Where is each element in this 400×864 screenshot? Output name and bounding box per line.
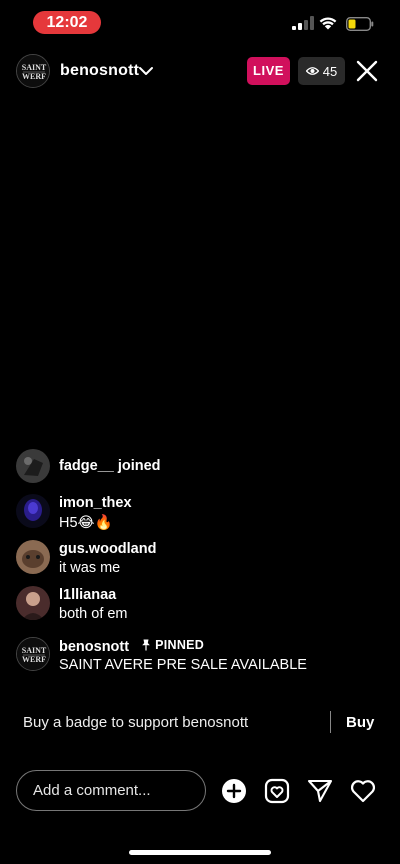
question-box-icon[interactable] (264, 778, 290, 804)
comment-username[interactable]: gus.woodland (59, 541, 156, 557)
add-circle-icon[interactable] (221, 778, 247, 804)
pin-icon (142, 639, 150, 651)
pinned-comment: SAINT WERF benosnott PINNED SAINT AVERE … (16, 637, 386, 677)
svg-text:WERF: WERF (22, 655, 46, 664)
avatar[interactable] (16, 540, 50, 574)
comment-text: both of em (59, 606, 128, 622)
saint-werf-logo: SAINT WERF (17, 638, 49, 670)
comment-joined: fadge__ joined (16, 449, 386, 483)
home-indicator[interactable] (129, 850, 271, 855)
pinned-tag: PINNED (141, 638, 204, 652)
svg-text:SAINT: SAINT (22, 646, 47, 655)
avatar[interactable]: SAINT WERF (16, 637, 50, 671)
badge-prompt-text: Buy a badge to support benosnott (23, 714, 249, 731)
svg-text:WERF: WERF (22, 72, 46, 81)
chevron-down-icon[interactable] (138, 65, 154, 77)
status-bar: 12:02 (0, 0, 400, 46)
avatar[interactable] (16, 494, 50, 528)
avatar-image (16, 586, 50, 620)
comment-item: imon_thex H5😂🔥 (16, 494, 386, 534)
joined-line: fadge__ joined (59, 458, 161, 474)
comment-username[interactable]: benosnott (59, 639, 129, 655)
joined-label: joined (117, 458, 161, 474)
viewer-count: 45 (322, 63, 338, 79)
avatar-image (16, 540, 50, 574)
avatar-image (16, 494, 50, 528)
pinned-label: PINNED (155, 638, 205, 652)
heart-icon[interactable] (350, 778, 376, 804)
comment-item: l1llianaa both of em (16, 586, 386, 626)
comment-text: SAINT AVERE PRE SALE AVAILABLE (59, 657, 307, 673)
host-avatar[interactable]: SAINT WERF (16, 54, 50, 88)
buy-badge-button[interactable]: Buy (346, 714, 374, 731)
comment-text: H5😂🔥 (59, 515, 113, 531)
comment-username[interactable]: fadge__ (59, 458, 114, 474)
divider (330, 711, 331, 733)
comment-item: gus.woodland it was me (16, 540, 386, 580)
avatar[interactable] (16, 586, 50, 620)
host-username[interactable]: benosnott (60, 62, 139, 80)
saint-werf-logo: SAINT WERF (17, 55, 49, 87)
battery-icon (346, 17, 374, 31)
wifi-icon (319, 17, 337, 30)
comment-username[interactable]: imon_thex (59, 495, 132, 511)
comment-text: it was me (59, 560, 121, 576)
eye-icon (305, 67, 319, 75)
comment-input[interactable] (16, 770, 206, 811)
badge-prompt: Buy a badge to support benosnott Buy (0, 708, 400, 738)
svg-text:SAINT: SAINT (22, 63, 47, 72)
pinned-header: benosnott PINNED (59, 638, 204, 655)
live-header: SAINT WERF benosnott LIVE 45 (0, 50, 400, 94)
comment-username[interactable]: l1llianaa (59, 587, 116, 603)
avatar-image (16, 449, 50, 483)
send-icon[interactable] (307, 778, 333, 804)
live-badge: LIVE (247, 57, 290, 85)
status-time: 12:02 (33, 11, 101, 34)
avatar[interactable] (16, 449, 50, 483)
cellular-signal-icon (292, 16, 314, 30)
viewer-count-badge[interactable]: 45 (298, 57, 345, 85)
close-icon[interactable] (356, 60, 378, 82)
